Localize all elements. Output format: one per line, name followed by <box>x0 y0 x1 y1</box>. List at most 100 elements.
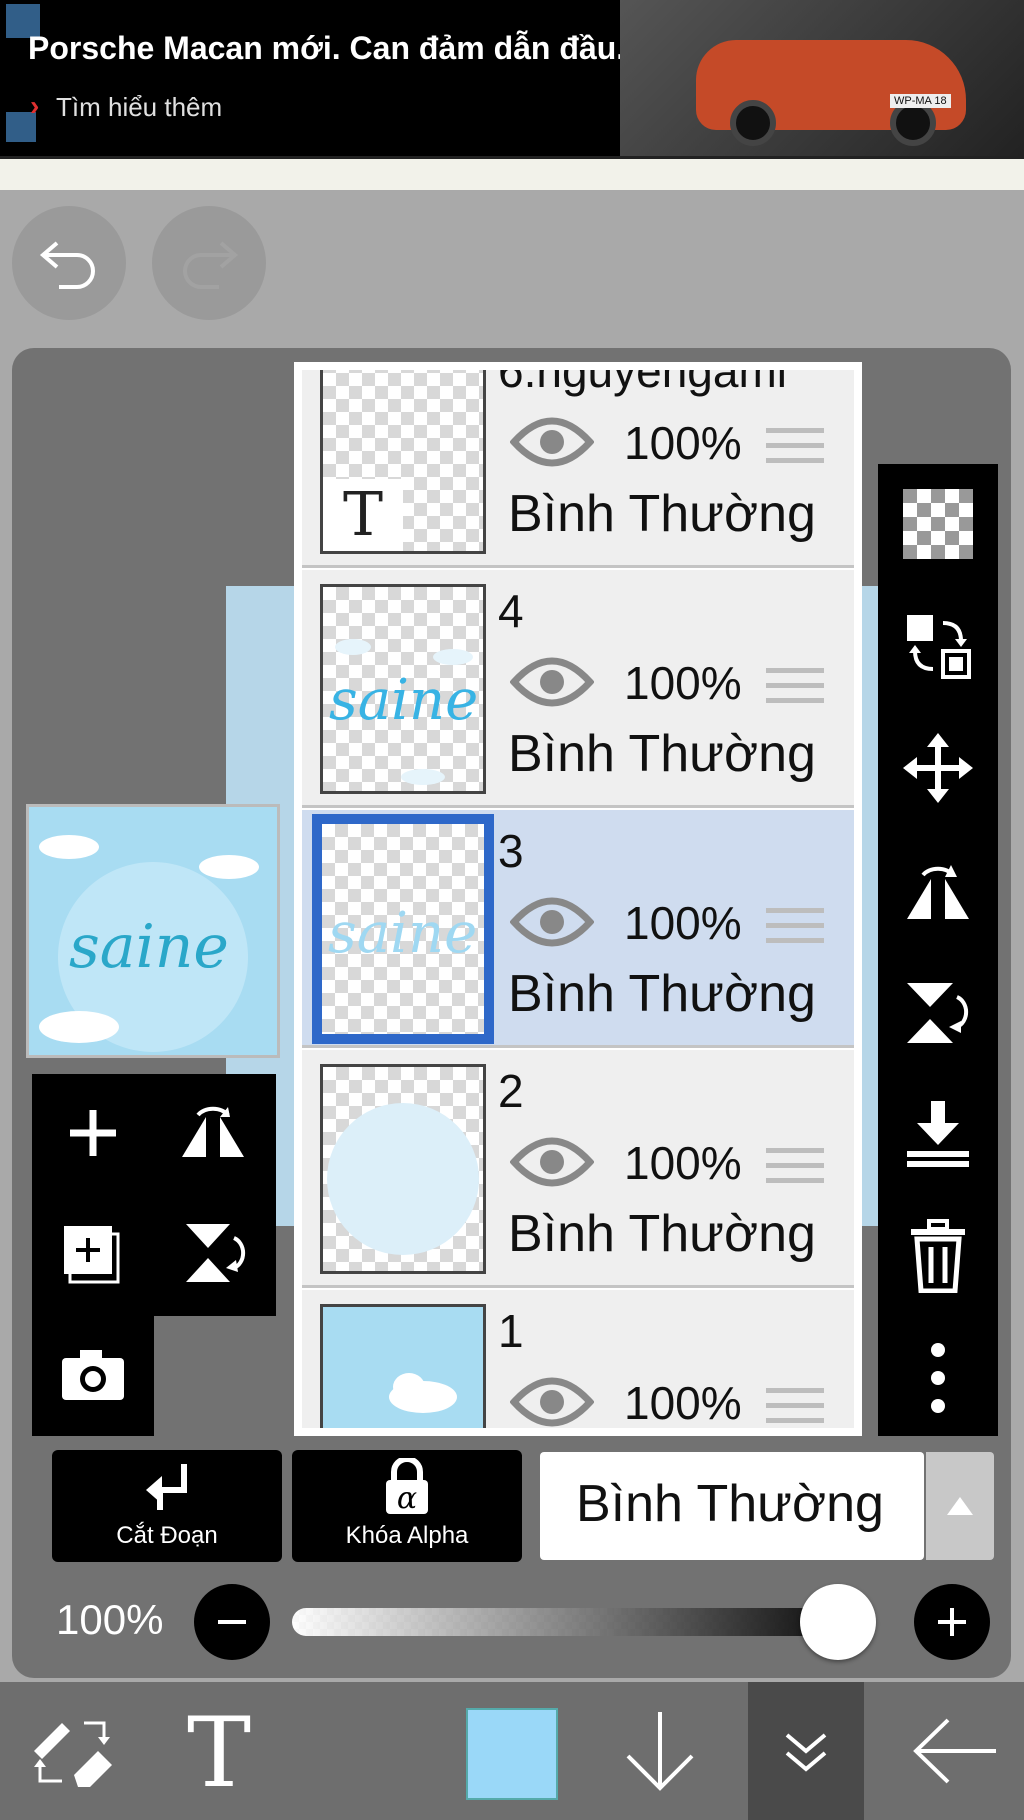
layer-blend-mode: Bình Thường <box>508 965 816 1023</box>
arrow-down-button[interactable] <box>610 1682 710 1820</box>
drag-handle-icon[interactable] <box>766 428 824 478</box>
flip-vertical-icon <box>907 983 969 1043</box>
opacity-increase-button[interactable] <box>914 1584 990 1660</box>
layer-thumbnail <box>320 1304 486 1428</box>
layer-row-selected[interactable]: saine 3 100% Bình Thường <box>302 810 854 1048</box>
color-swatch[interactable] <box>466 1708 558 1800</box>
layer-blend-mode: Bình Thường <box>508 485 816 543</box>
layer-thumb-art <box>389 1373 457 1413</box>
layer-name: 6.nguyengami <box>498 370 787 397</box>
add-copy-button[interactable] <box>48 1208 138 1298</box>
camera-icon <box>62 1350 124 1400</box>
trash-icon <box>911 1219 965 1293</box>
caret-up-icon <box>947 1497 973 1515</box>
layer-row[interactable]: T 6.nguyengami 100% Bình Thường <box>302 370 854 568</box>
opacity-slider[interactable] <box>292 1608 868 1636</box>
drag-handle-icon[interactable] <box>766 668 824 718</box>
visibility-toggle[interactable] <box>509 1374 595 1428</box>
layer-row[interactable]: 1 100% <box>302 1290 854 1428</box>
eye-icon <box>509 417 595 467</box>
layer-blend-mode: Bình Thường <box>508 725 816 783</box>
layer-thumb-text: saine <box>328 901 477 966</box>
ad-divider <box>0 156 1024 190</box>
clipping-label: Cắt Đoạn <box>116 1522 218 1549</box>
clipping-button[interactable]: Cắt Đoạn <box>52 1450 282 1562</box>
canvas-preview[interactable]: saine <box>26 804 280 1058</box>
collapse-icon <box>785 1733 827 1772</box>
camera-button[interactable] <box>48 1330 138 1420</box>
drag-handle-icon[interactable] <box>766 1388 824 1428</box>
flip-v-layer-button[interactable] <box>168 1208 258 1298</box>
layer-name: 4 <box>498 585 524 637</box>
transparency-icon <box>903 489 973 559</box>
layer-thumbnail: T <box>320 370 486 554</box>
lock-icon: α <box>386 1458 428 1516</box>
undo-icon <box>39 241 95 289</box>
layer-thumbnail <box>320 1064 486 1274</box>
alpha-lock-button[interactable]: α Khóa Alpha <box>292 1450 522 1562</box>
ad-car-image: WP-MA 18 <box>620 0 1024 156</box>
flip-v-layer-icon <box>186 1224 246 1282</box>
back-button[interactable] <box>900 1682 1010 1820</box>
layer-blend-mode: Bình Thường <box>508 1205 816 1263</box>
more-icon <box>931 1343 945 1413</box>
layer-name: 3 <box>498 825 524 877</box>
visibility-toggle[interactable] <box>509 1134 595 1195</box>
swap-layer-icon <box>907 615 971 679</box>
eye-icon <box>509 897 595 947</box>
merge-down-button[interactable] <box>900 1096 976 1172</box>
delete-layer-button[interactable] <box>900 1218 976 1294</box>
eye-icon <box>509 1137 595 1187</box>
swap-layer-button[interactable] <box>900 608 976 684</box>
clipping-arrow-icon <box>146 1464 187 1510</box>
layer-row[interactable]: 2 100% Bình Thường <box>302 1050 854 1288</box>
blend-mode-dropdown[interactable] <box>926 1452 994 1560</box>
layer-thumb-text: saine <box>329 668 478 733</box>
right-toolbar <box>878 464 998 1436</box>
blend-mode-value: Bình Thường <box>576 1475 884 1533</box>
chevron-right-icon: › <box>30 90 40 121</box>
opacity-label: 100% <box>56 1596 164 1643</box>
text-tool-icon: T <box>187 1708 251 1794</box>
visibility-toggle[interactable] <box>509 414 595 475</box>
move-button[interactable] <box>900 730 976 806</box>
flip-vertical-button[interactable] <box>900 974 976 1050</box>
brush-eraser-swap-button[interactable] <box>18 1682 128 1820</box>
layer-name: 1 <box>498 1305 524 1357</box>
ad-car-plate: WP-MA 18 <box>890 94 951 108</box>
preview-art: saine <box>39 835 259 1052</box>
layer-opacity: 100% <box>624 657 742 709</box>
text-tool-button[interactable]: T <box>164 1682 274 1820</box>
ad-banner[interactable]: Porsche Macan mới. Can đảm dẫn đầu. › Tì… <box>0 0 1024 160</box>
flip-horizontal-button[interactable] <box>900 852 976 928</box>
flip-h-layer-button[interactable] <box>168 1088 258 1178</box>
flip-horizontal-icon <box>907 865 969 919</box>
preview-art-text: saine <box>69 912 229 982</box>
collapse-button[interactable] <box>748 1682 864 1820</box>
add-layer-button[interactable] <box>48 1088 138 1178</box>
redo-icon <box>183 241 239 289</box>
ad-cta-link[interactable]: Tìm hiểu thêm <box>56 92 222 123</box>
layer-thumbnail: saine <box>312 814 494 1044</box>
undo-button[interactable] <box>12 206 126 320</box>
layer-opacity: 100% <box>624 417 742 469</box>
drag-handle-icon[interactable] <box>766 908 824 958</box>
blend-mode-select[interactable]: Bình Thường <box>540 1452 924 1560</box>
opacity-decrease-button[interactable] <box>194 1584 270 1660</box>
layers-list[interactable]: T 6.nguyengami 100% Bình Thường saine 4 … <box>294 362 862 1436</box>
layer-thumb-art <box>327 1103 479 1255</box>
transparency-button[interactable] <box>900 486 976 562</box>
visibility-toggle[interactable] <box>509 894 595 955</box>
more-button[interactable] <box>900 1340 976 1416</box>
brush-eraser-swap-icon <box>34 1721 112 1787</box>
eye-icon <box>509 657 595 707</box>
redo-button[interactable] <box>152 206 266 320</box>
text-layer-icon: T <box>323 479 403 551</box>
layer-row[interactable]: saine 4 100% Bình Thường <box>302 570 854 808</box>
drag-handle-icon[interactable] <box>766 1148 824 1198</box>
layer-opacity: 100% <box>624 1137 742 1189</box>
eye-icon <box>509 1377 595 1427</box>
visibility-toggle[interactable] <box>509 654 595 715</box>
add-copy-icon <box>64 1226 120 1284</box>
opacity-slider-knob[interactable] <box>800 1584 876 1660</box>
